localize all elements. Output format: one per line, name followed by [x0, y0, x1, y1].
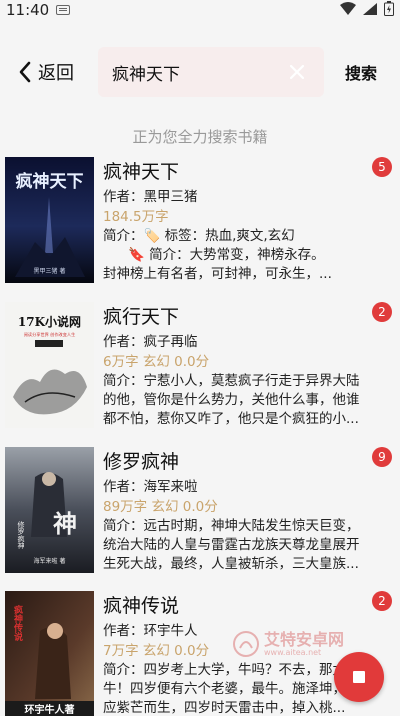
status-time: 11:40 — [6, 1, 50, 19]
book-intro-line: 简介：🏷️ 标签：热血,爽文,玄幻 — [103, 228, 295, 244]
list-item[interactable]: 17K小说网 阅读分享世界 创作改变人生 疯行天下 作者：疯子再临 6万字 玄幻… — [0, 299, 400, 431]
book-intro-line: 简介：远古时期，神坤大陆发生惊天巨变， — [103, 518, 360, 534]
book-cover: 神 修罗疯神 海军来啦 著 — [5, 447, 94, 573]
search-input[interactable] — [112, 47, 282, 97]
source-count-badge: 5 — [372, 157, 392, 177]
stop-icon — [353, 671, 365, 683]
search-button[interactable]: 搜索 — [345, 44, 377, 100]
book-intro-line: 应紫芒而生，四岁时天雷击中，掉入桃... — [103, 700, 346, 716]
clear-icon[interactable] — [288, 63, 306, 81]
cover-author: 海军来啦 著 — [34, 557, 66, 565]
watermark-domain: www.aitea.net — [264, 648, 322, 657]
source-count-badge: 9 — [372, 447, 392, 467]
book-cover: 疯神传说 环宇牛人著 — [5, 591, 94, 716]
cover-title: 17K小说网 — [18, 314, 81, 329]
top-bar: 返回 搜索 — [0, 44, 400, 100]
back-label: 返回 — [38, 63, 74, 84]
book-intro-line: 统治大陆的人皇与雷霆古龙族天尊龙皇展开 — [103, 537, 360, 553]
book-title: 修罗疯神 — [103, 451, 180, 473]
status-icons — [340, 1, 394, 16]
list-item[interactable]: 疯神天下 黑甲三猪 著 疯神天下 作者：黑甲三猪 184.5万字 简介：🏷️ 标… — [0, 154, 400, 286]
stop-search-button[interactable] — [334, 652, 384, 702]
search-box — [98, 47, 324, 97]
book-meta: 89万字 玄幻 0.0分 — [103, 499, 218, 515]
source-count-badge: 2 — [372, 591, 392, 611]
book-meta: 7万字 玄幻 0.0分 — [103, 643, 210, 659]
book-cover: 17K小说网 阅读分享世界 创作改变人生 — [5, 302, 94, 428]
book-title: 疯行天下 — [103, 306, 180, 328]
book-meta: 6万字 玄幻 0.0分 — [103, 354, 210, 370]
watermark-name: 艾特安卓网 — [264, 630, 345, 649]
chevron-left-icon — [19, 61, 31, 83]
book-author: 作者：海军来啦 — [103, 479, 198, 495]
book-intro-line: 生死大战，最终，人皇被斩杀，三大皇族... — [103, 556, 359, 572]
book-intro-line: 都不怕，惹你又咋了，他只是个疯狂的小... — [103, 411, 359, 427]
book-title: 疯神天下 — [103, 161, 180, 183]
source-count-badge: 2 — [372, 302, 392, 322]
wifi-icon — [340, 1, 356, 15]
cover-title: 疯神天下 — [16, 171, 84, 192]
book-intro-line: 的他，管你是什么势力，关他什么事，他谁 — [103, 392, 360, 408]
book-intro-line: 封神榜上有名者，可封神，可永生，... — [103, 266, 332, 282]
keyboard-icon — [56, 5, 70, 15]
back-button[interactable]: 返回 — [18, 44, 74, 100]
search-status-message: 正为您全力搜索书籍 — [132, 128, 268, 146]
list-item[interactable]: 神 修罗疯神 海军来啦 著 修罗疯神 作者：海军来啦 89万字 玄幻 0.0分 … — [0, 444, 400, 576]
battery-icon — [384, 1, 394, 16]
cover-title: 修罗疯神 — [17, 520, 25, 550]
book-intro-line: 牛！四岁便有六个老婆，最牛。施泽坤， — [103, 681, 346, 697]
book-author: 作者：黑甲三猪 — [103, 189, 198, 205]
book-author: 作者：环宇牛人 — [103, 623, 198, 639]
status-bar: 11:40 — [0, 0, 400, 22]
book-author: 作者：疯子再临 — [103, 334, 198, 350]
watermark-logo-icon — [233, 631, 259, 657]
cover-tagline: 阅读分享世界 创作改变人生 — [24, 331, 76, 338]
book-cover: 疯神天下 黑甲三猪 著 — [5, 157, 94, 283]
cover-title: 疯神传说 — [12, 604, 24, 642]
signal-icon — [363, 2, 377, 15]
book-intro-line: 🔖 简介：大势常变，神榜永存。 — [128, 247, 325, 263]
cover-author: 环宇牛人著 — [25, 703, 75, 716]
book-meta: 184.5万字 — [103, 209, 169, 225]
book-intro-line: 简介：宁惹小人，莫惹疯子行走于异界大陆 — [103, 373, 360, 389]
cover-author: 黑甲三猪 著 — [34, 267, 66, 275]
svg-text:神: 神 — [53, 509, 77, 538]
book-title: 疯神传说 — [103, 595, 180, 617]
